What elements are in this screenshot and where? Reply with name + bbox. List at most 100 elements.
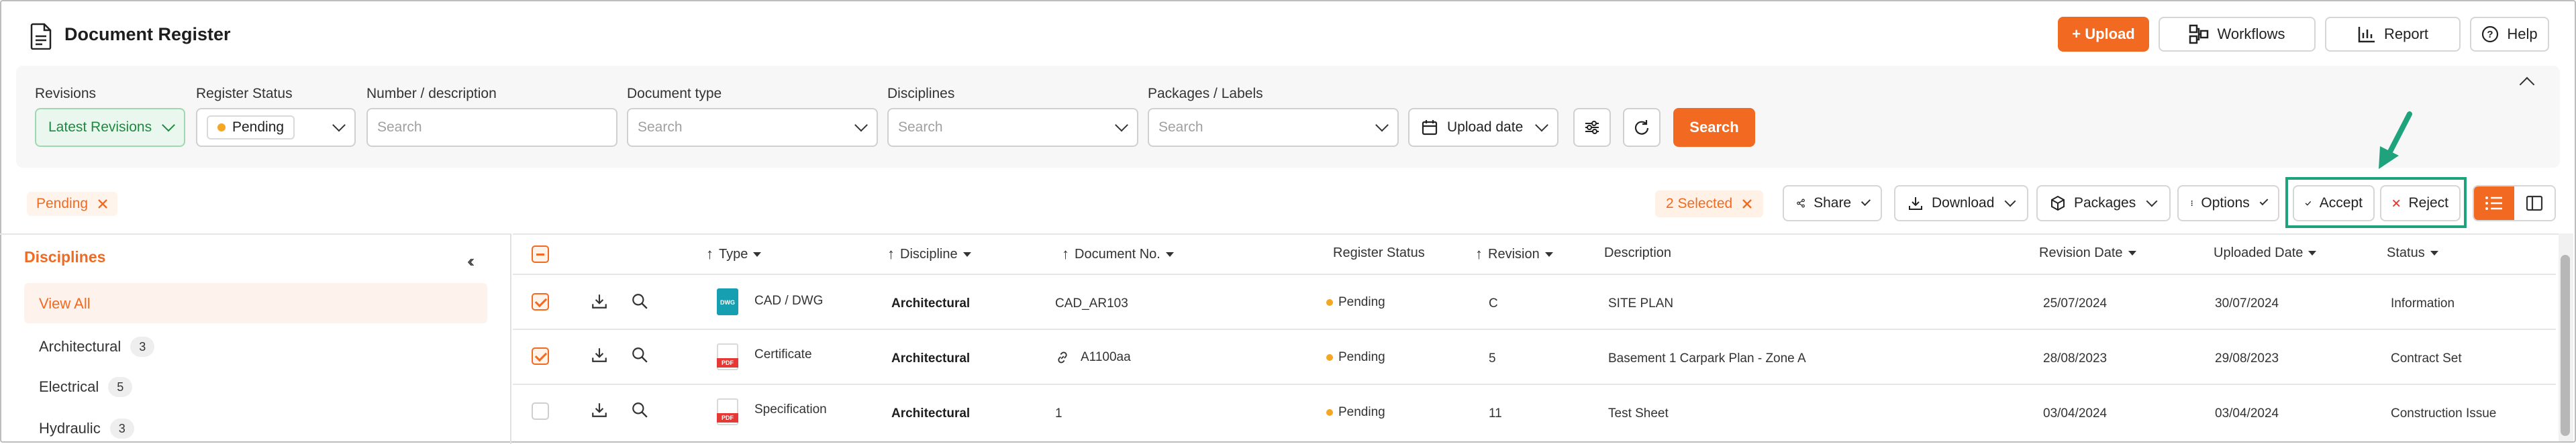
collapse-sidebar-icon[interactable]: ‹‹ [467,251,475,272]
document-type-select[interactable]: Search [627,108,878,147]
packages-labels-label: Packages / Labels [1148,86,1263,101]
download-icon[interactable] [591,292,608,310]
row-checkbox[interactable] [532,347,549,365]
pending-dot-icon [217,123,226,131]
cell-register-status: Pending [1326,405,1385,420]
cell-type: Certificate [754,347,812,362]
sort-arrow-icon: ↑ [706,245,713,262]
calendar-icon [1422,120,1438,135]
status-pill: Pending [207,115,295,140]
column-header-type[interactable]: ↑ Type [706,245,762,263]
packages-labels-placeholder: Search [1158,119,1203,135]
sidebar-item-view-all[interactable]: View All [39,295,91,313]
search-icon[interactable] [631,401,648,419]
column-header-discipline[interactable]: ↑ Discipline [887,245,971,263]
search-button[interactable]: Search [1673,108,1755,147]
document-type-label: Document type [627,86,722,101]
reject-button[interactable]: Reject [2380,185,2461,221]
pending-dot-icon [1326,298,1333,306]
cell-discipline: Architectural [891,406,971,421]
packages-labels-select[interactable]: Search [1148,108,1399,147]
register-status-select[interactable]: Pending [196,108,356,147]
sidebar-item-electrical[interactable]: Electrical 5 [39,377,133,397]
list-view-button[interactable] [2474,186,2514,220]
search-icon[interactable] [631,346,648,364]
chevron-down-icon [2259,197,2269,206]
column-label: Uploaded Date [2214,245,2303,260]
register-status-value: Pending [232,119,285,135]
disciplines-select[interactable]: Search [887,108,1138,147]
cell-discipline: Architectural [891,296,971,311]
more-vertical-icon [2191,201,2193,206]
column-header-revision[interactable]: ↑ Revision [1475,245,1553,263]
column-label: Description [1604,245,1672,260]
revisions-select[interactable]: Latest Revisions [35,108,185,147]
select-all-checkbox[interactable] [532,245,549,263]
cell-revision-date: 03/04/2024 [2043,406,2108,421]
download-icon[interactable] [591,346,608,364]
number-description-input[interactable]: Search [366,108,617,147]
options-label: Options [2201,195,2250,211]
share-button[interactable]: Share [1783,185,1882,221]
scrollbar-thumb[interactable] [2561,255,2570,436]
sidebar-item-label: Architectural [39,338,121,355]
file-icon-text: PDF [717,413,738,423]
sidebar-item-architectural[interactable]: Architectural 3 [39,337,155,357]
upload-button[interactable]: + Upload [2058,17,2149,52]
header-divider [513,274,2556,275]
status-text: Pending [1338,295,1385,309]
column-label: Revision Date [2039,245,2123,260]
sidebar-item-label: View All [39,295,91,312]
column-header-revision-date[interactable]: Revision Date [2039,245,2136,261]
column-header-uploaded-date[interactable]: Uploaded Date [2214,245,2317,261]
check-icon [2305,201,2312,206]
sort-arrow-icon: ↑ [887,245,895,262]
list-icon [2485,197,2502,210]
workflows-button[interactable]: Workflows [2159,17,2316,52]
split-view-button[interactable] [2514,186,2555,220]
help-button[interactable]: ? Help [2470,17,2549,52]
active-filter-chip[interactable]: Pending [27,192,118,216]
cell-uploaded-date: 29/08/2023 [2215,351,2279,366]
cell-document-no[interactable]: CAD_AR103 [1055,296,1128,311]
filter-settings-button[interactable] [1573,108,1611,147]
download-button[interactable]: Download [1894,185,2028,221]
close-icon[interactable] [1742,199,1752,209]
accept-button[interactable]: Accept [2293,185,2375,221]
document-type-placeholder: Search [638,119,683,135]
cell-description: SITE PLAN [1608,296,1674,311]
chevron-down-icon [1861,196,1871,207]
options-button[interactable]: Options [2177,185,2279,221]
close-icon[interactable] [97,199,108,209]
count-badge: 3 [109,419,134,439]
packages-button[interactable]: Packages [2036,185,2171,221]
search-icon[interactable] [631,292,648,310]
page-header: Document Register + Upload Workflows Rep… [0,0,2576,63]
refresh-icon [1634,120,1649,135]
cell-register-status: Pending [1326,350,1385,365]
cell-document-no[interactable]: A1100aa [1055,350,1131,365]
reject-label: Reject [2408,195,2448,211]
row-checkbox[interactable] [532,402,549,420]
selected-count-chip[interactable]: 2 Selected [1655,190,1764,217]
row-checkbox[interactable] [532,293,549,311]
column-label: Status [2387,245,2425,260]
upload-date-label: Upload date [1447,119,1524,135]
reset-filters-button[interactable] [1623,108,1661,147]
upload-button-label: + Upload [2072,25,2135,42]
cell-document-no[interactable]: 1 [1055,406,1062,421]
selected-count-label: 2 Selected [1666,196,1733,211]
report-button[interactable]: Report [2325,17,2461,52]
upload-date-select[interactable]: Upload date [1408,108,1558,147]
workflows-button-label: Workflows [2217,25,2285,42]
caret-down-icon [2128,251,2136,256]
download-icon[interactable] [591,401,608,419]
sidebar-item-hydraulic[interactable]: Hydraulic 3 [39,419,134,439]
chevron-down-icon [2004,195,2016,207]
report-button-label: Report [2383,25,2429,42]
chevron-down-icon [162,118,175,132]
column-header-status[interactable]: Status [2387,245,2438,261]
cell-discipline: Architectural [891,351,971,366]
pdf-file-icon: PDF [717,343,738,370]
column-header-document-no[interactable]: ↑ Document No. [1062,245,1174,263]
